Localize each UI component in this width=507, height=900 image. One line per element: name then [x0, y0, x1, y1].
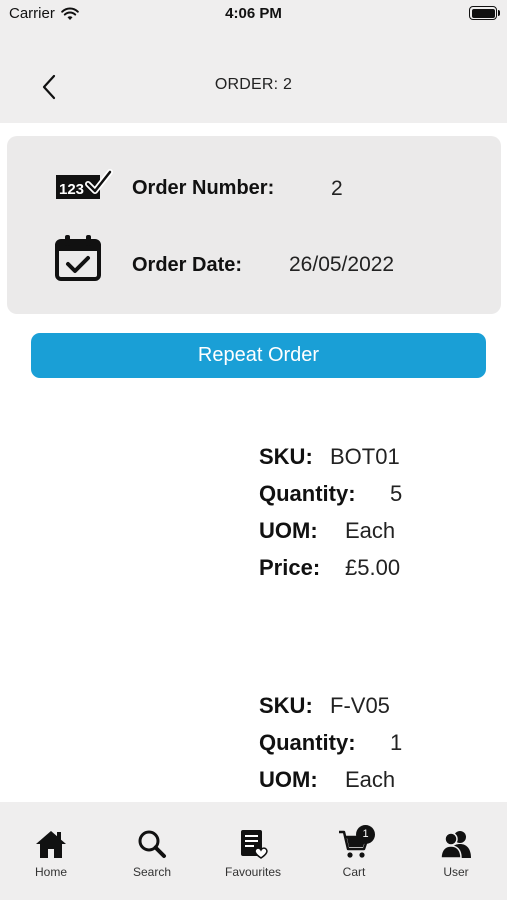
uom-label: UOM:	[259, 518, 318, 543]
battery-icon	[469, 6, 500, 20]
item-sku: SKU: F-V05	[259, 693, 402, 730]
sku-value: F-V05	[330, 693, 390, 718]
tab-favourites[interactable]: Favourites	[213, 829, 293, 879]
item-uom: UOM: Each	[259, 518, 402, 555]
home-icon	[36, 831, 66, 858]
price-label: Price:	[259, 555, 321, 580]
tab-search[interactable]: Search	[112, 829, 192, 879]
repeat-order-button[interactable]: Repeat Order	[31, 333, 486, 378]
user-icon	[440, 831, 471, 859]
item-quantity: Quantity: 5	[259, 481, 402, 518]
order-number-icon-digits: 123	[59, 181, 84, 198]
uom-label: UOM:	[259, 767, 318, 792]
item-sku: SKU: BOT01	[259, 444, 402, 481]
order-number-value: 2	[331, 177, 343, 200]
uom-value: Each	[345, 518, 396, 543]
sku-value: BOT01	[330, 444, 400, 469]
tab-favourites-label: Favourites	[224, 865, 282, 879]
order-item: SKU: BOT01 Quantity: 5 UOM: Each Price: £5.0…	[259, 444, 402, 592]
order-date-label: Order Date:	[132, 254, 243, 276]
page-title: ORDER: 2	[214, 76, 293, 93]
item-price: Price: £5.00	[259, 555, 402, 592]
tab-cart-label: Cart	[342, 865, 366, 879]
tab-search-label: Search	[132, 865, 172, 879]
order-summary-card: 123 Order Number: 2 Order Date: 26/05/20…	[7, 136, 501, 314]
favourites-icon	[241, 830, 268, 859]
tab-cart[interactable]: 1 Cart	[314, 825, 394, 879]
calendar-check-icon	[55, 235, 101, 281]
quantity-label: Quantity:	[259, 481, 356, 506]
quantity-value: 1	[390, 730, 403, 755]
item-uom: UOM: Each	[259, 767, 402, 802]
navigation-bar: ORDER: 2	[0, 30, 507, 123]
item-quantity: Quantity: 1	[259, 730, 402, 767]
cart-badge: 1	[356, 825, 375, 844]
uom-value: Each	[345, 767, 396, 792]
status-bar: Carrier 4:06 PM	[0, 0, 507, 30]
sku-label: SKU:	[259, 693, 313, 718]
sku-label: SKU:	[259, 444, 313, 469]
status-time: 4:06 PM	[225, 5, 282, 22]
order-number-label: Order Number:	[132, 177, 275, 199]
order-date-value: 26/05/2022	[289, 253, 395, 276]
tab-home[interactable]: Home	[11, 829, 91, 879]
quantity-label: Quantity:	[259, 730, 356, 755]
order-item: SKU: F-V05 Quantity: 1 UOM: Each	[259, 693, 402, 802]
tab-home-label: Home	[34, 865, 67, 879]
tab-user[interactable]: User	[416, 829, 496, 879]
quantity-value: 5	[390, 481, 403, 506]
search-icon	[138, 830, 166, 858]
order-date-row: Order Date: 26/05/2022	[7, 232, 501, 292]
tab-user-label: User	[443, 865, 469, 879]
tab-bar: Home Search Favourites 1 Cart User	[0, 802, 507, 900]
order-number-icon: 123	[56, 169, 113, 199]
order-number-row: 123 Order Number: 2	[7, 158, 501, 218]
order-items-list: SKU: BOT01 Quantity: 5 UOM: Each Price: £5.0…	[0, 440, 507, 802]
price-value: £5.00	[345, 555, 401, 580]
